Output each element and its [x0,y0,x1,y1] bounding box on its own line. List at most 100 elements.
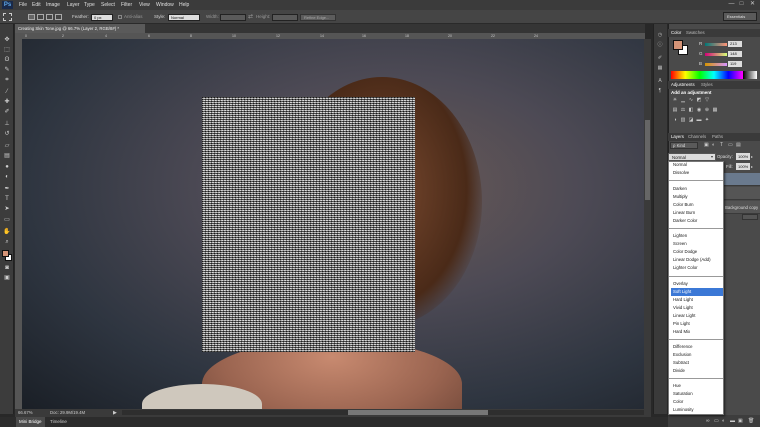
add-adjustment-icon[interactable]: ◐ [722,418,725,424]
eraser-icon[interactable]: ▱ [2,142,12,150]
trash-icon[interactable]: 🗑 [748,418,754,424]
link-layers-icon[interactable]: ∞ [706,418,710,424]
blend-mode-item[interactable]: Linear Burn [671,209,723,217]
blend-mode-item[interactable]: Normal [671,161,723,169]
add-selection-icon[interactable] [37,14,44,20]
menu-type[interactable]: Type [84,0,95,10]
filter-shape-icon[interactable]: ▭ [728,142,733,149]
crop-icon[interactable]: ⌗ [2,76,12,84]
tab-styles[interactable]: Styles [701,81,713,89]
menu-edit[interactable]: Edit [32,0,41,10]
menu-file[interactable]: File [19,0,27,10]
tab-color[interactable]: Color [671,29,681,37]
red-slider[interactable] [705,43,727,46]
quick-mask-icon[interactable]: ◙ [2,264,12,272]
workspace-select[interactable]: Essentials [723,12,757,21]
tab-swatches[interactable]: Swatches [686,29,705,37]
new-layer-icon[interactable]: ▭ [714,418,719,424]
blend-mode-item[interactable]: Multiply [671,193,723,201]
blend-mode-item-selected[interactable]: Soft Light [671,288,723,296]
foreground-color-chip[interactable] [673,40,683,50]
feather-input[interactable]: 0 px [91,13,113,21]
layer-filter-select[interactable]: ρ Kind [670,142,698,149]
grayscale-ramp[interactable] [743,71,757,79]
healing-icon[interactable]: ✚ [2,98,12,106]
brush-presets-icon[interactable]: ▦ [656,65,664,72]
height-input[interactable] [272,13,298,21]
blend-mode-item[interactable]: Darken [671,185,723,193]
color-lookup-icon[interactable]: ▦ [712,107,718,113]
swap-dimensions-icon[interactable]: ⇄ [248,14,253,20]
pen-icon[interactable]: ✒ [2,185,12,193]
blend-mode-item[interactable]: Linear Light [671,312,723,320]
paragraph-panel-icon[interactable]: ¶ [656,88,664,95]
blend-mode-item[interactable]: Luminosity [671,406,723,414]
blend-mode-item[interactable]: Hard Mix [671,328,723,336]
type-icon[interactable]: T [2,195,12,203]
blend-mode-item[interactable]: Saturation [671,390,723,398]
vibrance-icon[interactable]: ▽ [704,97,710,103]
levels-icon[interactable]: ▁ [680,97,686,103]
dodge-icon[interactable]: ◐ [2,173,12,181]
menu-filter[interactable]: Filter [121,0,132,10]
blend-mode-item[interactable]: Darker Color [671,217,723,225]
blend-mode-select[interactable]: Normal [668,153,716,161]
path-select-icon[interactable]: ➤ [2,205,12,213]
blend-mode-item[interactable]: Pin Light [671,320,723,328]
blend-mode-item[interactable]: Lighter Color [671,264,723,272]
photo-filter-icon[interactable]: ◉ [696,107,702,113]
anti-alias-checkbox[interactable] [118,15,122,19]
hue-saturation-icon[interactable]: ▤ [672,107,678,113]
quick-select-icon[interactable]: ✎ [2,66,12,74]
zoom-level[interactable]: 66.67% [18,409,33,417]
color-balance-icon[interactable]: ⚖ [680,107,686,113]
tab-paths[interactable]: Paths [712,133,723,141]
blend-mode-item[interactable]: Hue [671,382,723,390]
posterize-icon[interactable]: ▥ [680,117,686,123]
blue-slider[interactable] [705,63,727,66]
folder-icon[interactable]: ▬ [730,418,735,424]
blend-mode-item[interactable]: Subtract [671,359,723,367]
shape-icon[interactable]: ▭ [2,216,12,224]
blend-mode-item[interactable]: Hard Light [671,296,723,304]
duplicate-layer-icon[interactable]: ▣ [738,418,743,424]
history-panel-icon[interactable]: ◷ [656,32,664,39]
blend-mode-item[interactable]: Exclusion [671,351,723,359]
eyedropper-icon[interactable]: ⁄ [2,88,12,96]
new-selection-icon[interactable] [28,14,35,20]
document-tab[interactable]: Creating Skin Tone.jpg @ 66.7% (Layer 2,… [15,24,145,33]
blue-value[interactable]: 119 [728,61,742,67]
brightness-contrast-icon[interactable]: ☀ [672,97,678,103]
tab-timeline[interactable]: Timeline [47,417,70,427]
tab-layers[interactable]: Layers [671,133,684,141]
maximize-icon[interactable]: □ [738,1,745,8]
zoom-icon[interactable]: ⌕ [2,238,12,246]
blend-mode-item[interactable]: Divide [671,367,723,375]
status-menu-arrow-icon[interactable]: ▶ [113,409,117,417]
blend-mode-item[interactable]: Vivid Light [671,304,723,312]
menu-select[interactable]: Select [101,0,115,10]
layer-name[interactable]: Background copy [725,201,758,214]
blur-icon[interactable]: ● [2,163,12,171]
threshold-icon[interactable]: ◪ [688,117,694,123]
character-panel-icon[interactable]: A [656,78,664,85]
menu-help[interactable]: Help [179,0,189,10]
minimize-icon[interactable]: — [728,1,735,8]
lasso-icon[interactable]: ʘ [2,56,12,64]
tab-channels[interactable]: Channels [688,133,706,141]
blend-mode-item[interactable]: Overlay [671,280,723,288]
gradient-icon[interactable]: ▤ [2,152,12,160]
properties-panel-icon[interactable]: ⓘ [656,42,664,49]
horizontal-scroll-thumb[interactable] [348,410,488,415]
blend-mode-item[interactable]: Color Dodge [671,248,723,256]
curves-icon[interactable]: ∿ [688,97,694,103]
fill-arrow-icon[interactable]: ▸ [751,163,753,171]
green-slider[interactable] [705,53,727,56]
move-icon[interactable]: ✥ [2,36,12,44]
document-canvas[interactable] [22,39,644,409]
refine-edge-button[interactable]: Refine Edge... [300,13,336,21]
subtract-selection-icon[interactable] [46,14,53,20]
hand-icon[interactable]: ✋ [2,228,12,236]
filter-adjustment-icon[interactable]: ◐ [712,142,715,149]
selective-color-icon[interactable]: ✦ [704,117,710,123]
